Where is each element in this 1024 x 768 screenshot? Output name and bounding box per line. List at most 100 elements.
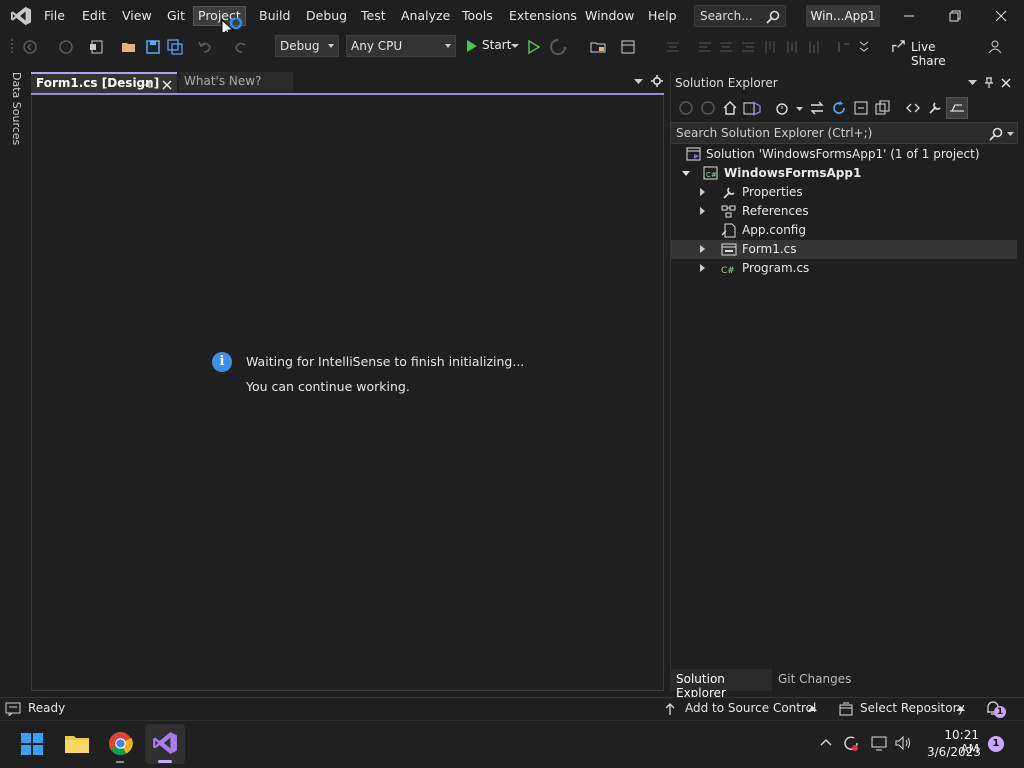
tree-item-properties[interactable]: Properties xyxy=(671,183,1017,202)
tab-list-dropdown-icon[interactable] xyxy=(634,79,643,85)
switch-views-icon[interactable] xyxy=(743,100,761,116)
menu-help[interactable]: Help xyxy=(644,7,681,25)
close-panel-icon[interactable] xyxy=(1001,78,1011,88)
forward-nav-icon[interactable] xyxy=(58,39,74,55)
platform-dropdown[interactable]: Any CPU xyxy=(346,35,456,57)
expand-arrow-icon[interactable] xyxy=(700,264,705,272)
expand-arrow-icon[interactable] xyxy=(700,245,705,253)
visual-studio-taskbar-button[interactable] xyxy=(145,724,185,764)
config-file-icon xyxy=(721,223,736,238)
properties-wrench-icon[interactable] xyxy=(927,100,943,116)
new-project-icon[interactable] xyxy=(89,39,105,55)
chevron-up-icon xyxy=(956,706,965,711)
align-center-icon[interactable] xyxy=(718,39,734,55)
expand-arrow-icon[interactable] xyxy=(700,207,705,215)
menu-git[interactable]: Git xyxy=(163,7,189,25)
save-icon[interactable] xyxy=(145,39,161,55)
expand-arrow-icon[interactable] xyxy=(700,188,705,196)
pin-icon[interactable] xyxy=(984,77,994,89)
tab-whats-new[interactable]: What's New? xyxy=(179,72,293,92)
menu-extensions[interactable]: Extensions xyxy=(505,7,581,25)
add-to-source-control-button[interactable]: Add to Source Control xyxy=(685,701,816,715)
toolbar-overflow-icon[interactable] xyxy=(856,39,872,55)
forward-icon[interactable] xyxy=(700,100,716,116)
tree-item-form1[interactable]: Form1.cs xyxy=(671,240,1017,259)
menu-file[interactable]: File xyxy=(40,7,69,25)
notifications-button[interactable]: 1 xyxy=(986,700,1008,718)
solution-explorer-search-input[interactable]: Search Solution Explorer (Ctrl+;) xyxy=(670,122,1018,144)
tree-item-program[interactable]: C# Program.cs xyxy=(671,259,1017,278)
align-icon[interactable] xyxy=(665,39,681,55)
data-sources-tab[interactable]: Data Sources xyxy=(10,72,23,145)
close-window-button[interactable] xyxy=(978,0,1024,32)
notification-center-badge[interactable]: 1 xyxy=(988,736,1004,752)
sync-status-icon[interactable] xyxy=(842,734,860,752)
back-icon[interactable] xyxy=(678,100,694,116)
align-top-icon[interactable] xyxy=(762,39,778,55)
minimize-button[interactable] xyxy=(886,0,932,32)
sync-with-document-icon[interactable] xyxy=(809,100,825,116)
tab-git-changes[interactable]: Git Changes xyxy=(774,669,864,691)
align-bottom-icon[interactable] xyxy=(806,39,822,55)
select-repository-button[interactable]: Select Repository xyxy=(860,701,965,715)
restore-button[interactable] xyxy=(932,0,978,32)
tree-item-label: References xyxy=(742,204,809,218)
tree-item-app-config[interactable]: App.config xyxy=(671,221,1017,240)
open-folder-icon[interactable] xyxy=(121,39,137,55)
undo-icon[interactable] xyxy=(197,39,213,55)
collapse-arrow-icon[interactable] xyxy=(682,171,690,176)
menu-analyze[interactable]: Analyze xyxy=(397,7,454,25)
show-hidden-icons-chevron-icon[interactable] xyxy=(820,738,832,746)
tree-item-solution[interactable]: Solution 'WindowsFormsApp1' (1 of 1 proj… xyxy=(671,145,1017,164)
search-box[interactable]: Search... xyxy=(694,5,786,27)
feedback-icon[interactable] xyxy=(987,39,1003,55)
menu-build[interactable]: Build xyxy=(255,7,294,25)
network-icon[interactable] xyxy=(870,735,888,751)
menu-window[interactable]: Window xyxy=(581,7,638,25)
solution-title-badge[interactable]: Win...App1 xyxy=(806,5,880,27)
menu-debug[interactable]: Debug xyxy=(302,7,351,25)
show-all-files-icon[interactable] xyxy=(875,100,891,116)
view-code-icon[interactable] xyxy=(905,100,921,116)
file-explorer-icon[interactable] xyxy=(64,731,90,755)
menu-test[interactable]: Test xyxy=(357,7,390,25)
tree-item-references[interactable]: References xyxy=(671,202,1017,221)
output-window-icon[interactable] xyxy=(5,702,21,716)
home-icon[interactable] xyxy=(722,100,738,116)
back-nav-icon[interactable] xyxy=(22,39,38,55)
preview-selected-items-icon[interactable] xyxy=(946,97,968,119)
tree-item-project[interactable]: C# WindowsFormsApp1 xyxy=(671,164,1017,183)
windows-start-icon[interactable] xyxy=(20,732,44,756)
tab-order-icon[interactable] xyxy=(836,39,852,55)
panel-menu-chevron-icon[interactable] xyxy=(968,80,977,86)
menu-view[interactable]: View xyxy=(118,7,156,25)
menu-tools[interactable]: Tools xyxy=(458,7,497,25)
clock-date[interactable]: 3/6/2023 xyxy=(927,745,981,759)
hot-reload-icon[interactable] xyxy=(550,39,566,55)
align-right-icon[interactable] xyxy=(740,39,756,55)
start-dropdown-chevron-icon[interactable] xyxy=(511,44,519,49)
pending-changes-filter-icon[interactable] xyxy=(775,100,791,116)
configuration-dropdown[interactable]: Debug xyxy=(275,35,339,57)
layout-icon[interactable] xyxy=(620,39,636,55)
search-icon[interactable] xyxy=(989,127,1003,141)
redo-icon[interactable] xyxy=(233,39,249,55)
gear-icon[interactable] xyxy=(651,75,663,87)
tab-form1-design[interactable]: Form1.cs [Design] xyxy=(31,72,177,94)
tab-solution-explorer[interactable]: Solution Explorer xyxy=(670,669,772,700)
menu-edit[interactable]: Edit xyxy=(78,7,110,25)
folder-view-icon[interactable] xyxy=(590,39,606,55)
chrome-icon[interactable] xyxy=(108,731,133,756)
chevron-down-icon[interactable] xyxy=(796,107,803,112)
refresh-icon[interactable] xyxy=(831,100,847,116)
search-options-chevron-icon[interactable] xyxy=(1007,132,1014,137)
save-all-icon[interactable] xyxy=(167,39,183,55)
pin-icon[interactable] xyxy=(143,80,153,90)
live-share-button[interactable]: Live Share xyxy=(890,37,970,68)
volume-icon[interactable] xyxy=(894,735,912,751)
align-left-icon[interactable] xyxy=(697,39,713,55)
align-middle-icon[interactable] xyxy=(784,39,800,55)
close-tab-icon[interactable] xyxy=(162,80,172,90)
collapse-all-icon[interactable] xyxy=(853,100,869,116)
start-without-debugging-icon[interactable] xyxy=(526,39,542,55)
